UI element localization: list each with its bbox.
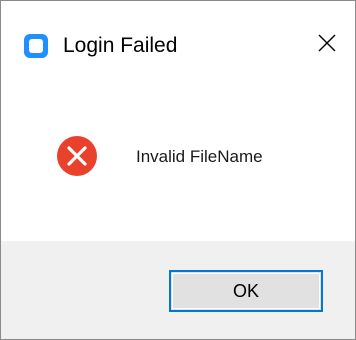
error-message: Invalid FileName bbox=[136, 147, 263, 166]
app-icon bbox=[23, 33, 49, 59]
close-button[interactable] bbox=[303, 21, 351, 69]
message-dialog: Login Failed Invalid FileName OK bbox=[0, 0, 356, 340]
error-icon bbox=[56, 135, 98, 177]
title-bar[interactable]: Login Failed bbox=[1, 1, 355, 91]
button-bar: OK bbox=[1, 241, 355, 339]
window-title: Login Failed bbox=[63, 34, 178, 57]
dialog-content: Invalid FileName bbox=[1, 91, 355, 241]
ok-button[interactable]: OK bbox=[169, 270, 323, 312]
close-icon bbox=[318, 34, 336, 57]
